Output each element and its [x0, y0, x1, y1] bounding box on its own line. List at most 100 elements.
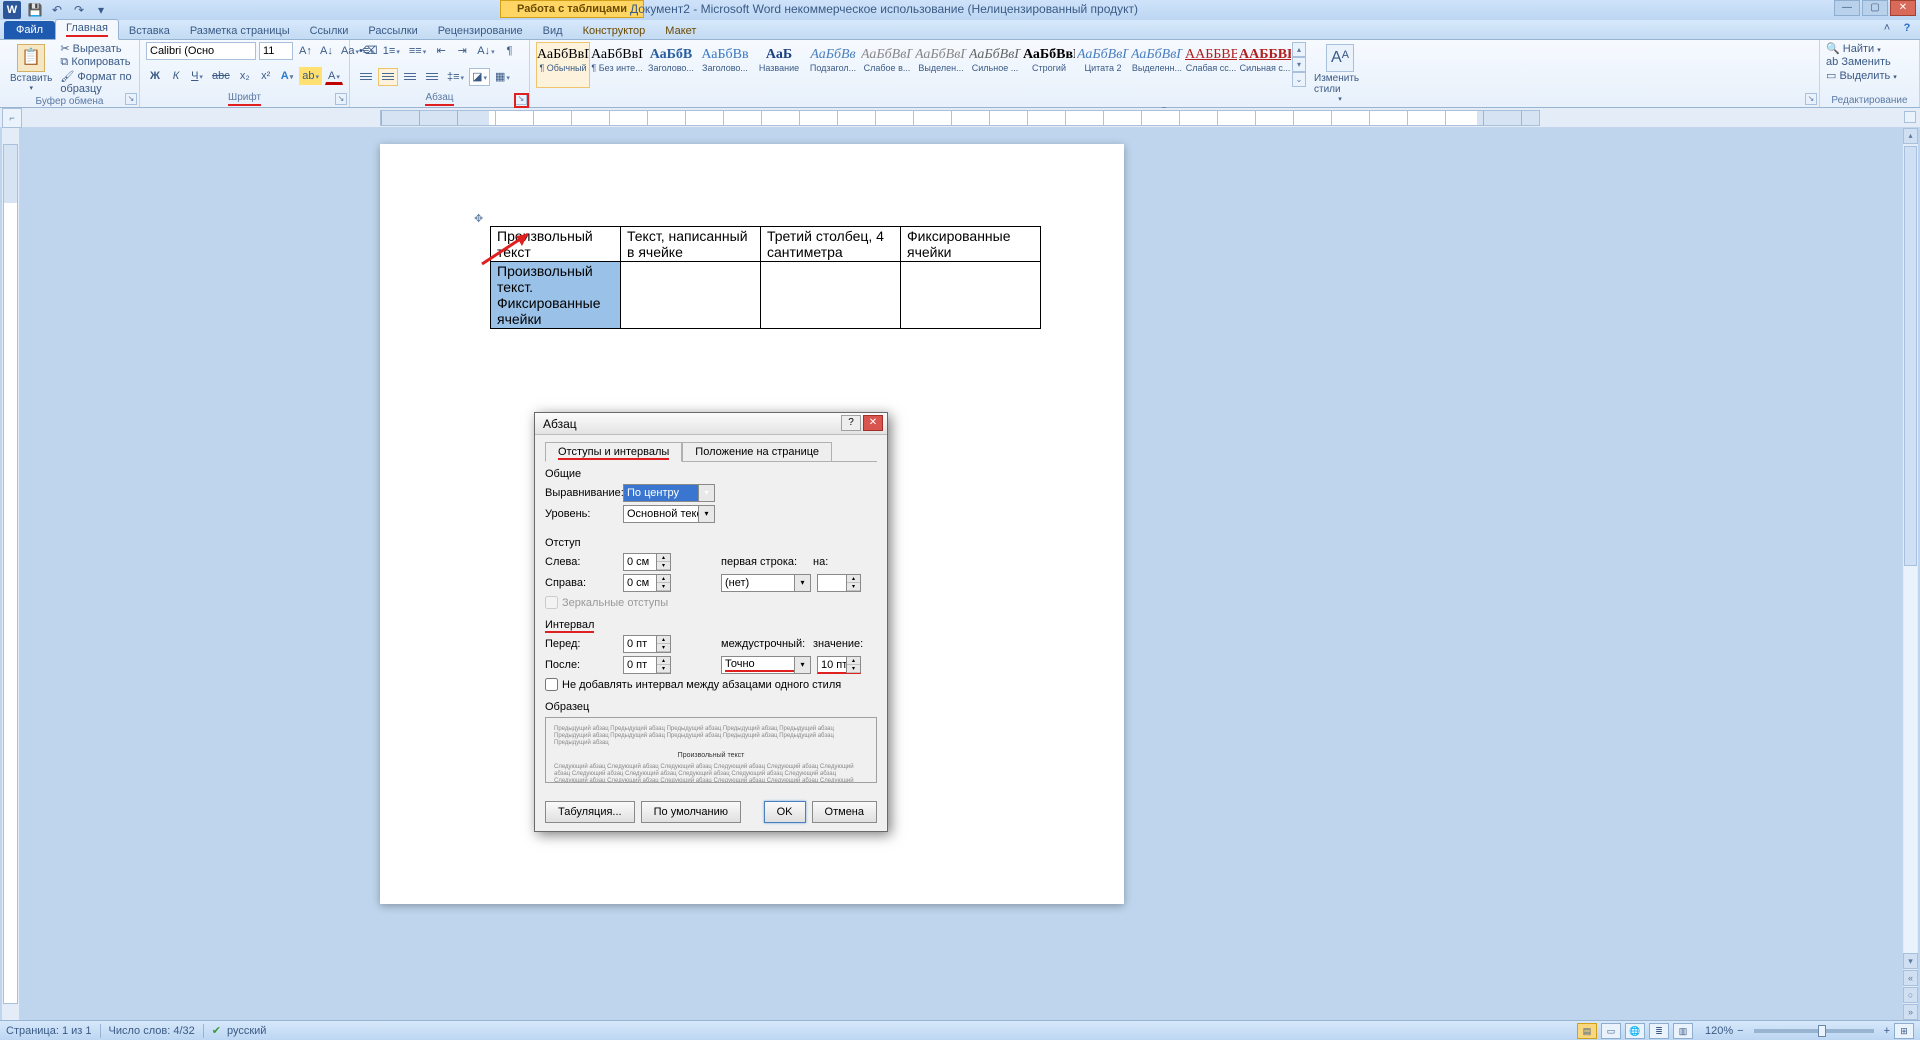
minimize-button[interactable]: —: [1834, 0, 1860, 16]
mirror-indents-checkbox[interactable]: [545, 596, 558, 609]
font-size-combo[interactable]: [259, 42, 293, 60]
change-styles-button[interactable]: Aᴬ Изменить стили▾: [1310, 42, 1370, 105]
alignment-combo[interactable]: По центру▾: [623, 484, 715, 502]
no-space-checkbox[interactable]: [545, 678, 558, 691]
paste-button[interactable]: 📋 Вставить▾: [6, 42, 56, 95]
style-item[interactable]: АаБбВвГг¶ Без инте...: [590, 42, 644, 88]
clipboard-launcher[interactable]: ↘: [125, 93, 137, 105]
superscript-icon[interactable]: x²: [257, 67, 275, 85]
text-effects-icon[interactable]: A: [278, 67, 296, 85]
table-row[interactable]: Произвольный текст Текст, написанный в я…: [491, 227, 1041, 262]
dialog-titlebar[interactable]: Абзац ? ✕: [535, 413, 887, 435]
line-spacing-icon[interactable]: ‡≡: [444, 68, 467, 86]
save-icon[interactable]: 💾: [27, 2, 43, 18]
view-web-icon[interactable]: 🌐: [1625, 1023, 1645, 1039]
styles-more-icon[interactable]: ⌄: [1292, 72, 1306, 87]
style-item[interactable]: АаБбВвГгСлабое в...: [860, 42, 914, 88]
help-icon[interactable]: ?: [1900, 22, 1914, 36]
bold-icon[interactable]: Ж: [146, 67, 164, 85]
proofing-icon[interactable]: ✔: [212, 1024, 221, 1037]
zoom-fit-icon[interactable]: ⊞: [1894, 1023, 1914, 1039]
by-spin[interactable]: ▴▾: [817, 574, 861, 592]
tab-insert[interactable]: Вставка: [119, 23, 180, 39]
view-print-layout-icon[interactable]: ▤: [1577, 1023, 1597, 1039]
browse-object-icon[interactable]: ○: [1903, 987, 1918, 1003]
table-cell[interactable]: [901, 262, 1041, 329]
shading-icon[interactable]: ◪: [469, 68, 490, 86]
styles-gallery[interactable]: АаБбВвГг¶ ОбычныйАаБбВвГг¶ Без инте... Аа…: [536, 42, 1292, 88]
zoom-out-icon[interactable]: −: [1737, 1025, 1743, 1037]
grow-font-icon[interactable]: A↑: [296, 42, 314, 60]
redo-icon[interactable]: ↷: [71, 2, 87, 18]
at-spin[interactable]: 10 пт▴▾: [817, 656, 861, 674]
after-spin[interactable]: 0 пт▴▾: [623, 656, 671, 674]
copy-button[interactable]: ⧉ Копировать: [60, 56, 133, 69]
shrink-font-icon[interactable]: A↓: [317, 42, 335, 60]
borders-icon[interactable]: ▦: [492, 68, 513, 86]
strike-icon[interactable]: abc: [209, 67, 233, 85]
tab-file[interactable]: Файл: [4, 21, 55, 39]
table-cell[interactable]: Фиксированные ячейки: [901, 227, 1041, 262]
prev-page-icon[interactable]: «: [1903, 970, 1918, 986]
tab-home[interactable]: Главная: [55, 19, 119, 40]
horizontal-ruler[interactable]: [380, 110, 1540, 126]
align-center-icon[interactable]: [378, 68, 398, 86]
sort-icon[interactable]: A↓: [474, 42, 497, 60]
subscript-icon[interactable]: x₂: [236, 67, 254, 85]
view-full-screen-icon[interactable]: ▭: [1601, 1023, 1621, 1039]
styles-scroll[interactable]: ▴ ▾ ⌄: [1292, 42, 1306, 87]
dialog-tab-position[interactable]: Положение на странице: [682, 442, 832, 462]
style-item[interactable]: АаБбВвПодзагол...: [806, 42, 860, 88]
cancel-button[interactable]: Отмена: [812, 801, 877, 823]
zoom-slider[interactable]: [1754, 1029, 1874, 1033]
font-name-combo[interactable]: [146, 42, 256, 60]
chevron-down-icon[interactable]: ▾: [698, 485, 714, 501]
before-spin[interactable]: 0 пт▴▾: [623, 635, 671, 653]
tab-layout[interactable]: Макет: [655, 23, 706, 39]
align-justify-icon[interactable]: [422, 68, 442, 86]
format-painter-button[interactable]: 🖌 Формат по образцу: [60, 70, 133, 95]
scroll-thumb[interactable]: [1904, 146, 1917, 566]
scroll-up-icon[interactable]: ▴: [1903, 128, 1918, 144]
line-spacing-combo[interactable]: Точно▾: [721, 656, 811, 674]
style-item[interactable]: АаБНазвание: [752, 42, 806, 88]
table-cell[interactable]: [621, 262, 761, 329]
style-item[interactable]: ААББВВГГСлабая сс...: [1184, 42, 1238, 88]
style-item[interactable]: АаБбВвГгЦитата 2: [1076, 42, 1130, 88]
inc-indent-icon[interactable]: ⇥: [453, 42, 471, 60]
close-button[interactable]: ✕: [1890, 0, 1916, 16]
next-page-icon[interactable]: »: [1903, 1004, 1918, 1020]
zoom-level[interactable]: 120%: [1705, 1025, 1733, 1037]
table-cell[interactable]: Текст, написанный в ячейке: [621, 227, 761, 262]
view-draft-icon[interactable]: ▥: [1673, 1023, 1693, 1039]
select-button[interactable]: ▭ Выделить ▾: [1826, 69, 1913, 82]
style-item[interactable]: АаБбВвГгВыделен...: [914, 42, 968, 88]
underline-icon[interactable]: Ч: [188, 67, 206, 85]
table-cell[interactable]: [761, 262, 901, 329]
status-page[interactable]: Страница: 1 из 1: [6, 1025, 92, 1037]
level-combo[interactable]: Основной текст▾: [623, 505, 715, 523]
tab-view[interactable]: Вид: [533, 23, 573, 39]
table-cell[interactable]: Третий столбец, 4 сантиметра: [761, 227, 901, 262]
cut-button[interactable]: ✂ Вырезать: [60, 42, 133, 55]
style-item[interactable]: АаБбВвЗаголово...: [698, 42, 752, 88]
vertical-ruler[interactable]: [2, 128, 20, 1020]
ok-button[interactable]: OK: [764, 801, 806, 823]
zoom-in-icon[interactable]: +: [1884, 1025, 1890, 1037]
indent-left-spin[interactable]: 0 см▴▾: [623, 553, 671, 571]
tab-review[interactable]: Рецензирование: [428, 23, 533, 39]
style-item[interactable]: АаБбВвГгСильное ...: [968, 42, 1022, 88]
table-cell-selected[interactable]: Произвольный текст.Фиксированные ячейки: [491, 262, 621, 329]
tab-references[interactable]: Ссылки: [300, 23, 359, 39]
table-cell[interactable]: Произвольный текст: [491, 227, 621, 262]
indent-right-spin[interactable]: 0 см▴▾: [623, 574, 671, 592]
style-item[interactable]: АаБбВвГг¶ Обычный: [536, 42, 590, 88]
tabs-button[interactable]: Табуляция...: [545, 801, 635, 823]
chevron-down-icon[interactable]: ▾: [794, 657, 810, 673]
vertical-scrollbar[interactable]: ▴ ▾ « ○ »: [1902, 128, 1918, 1020]
chevron-down-icon[interactable]: ▾: [794, 575, 810, 591]
align-left-icon[interactable]: [356, 68, 376, 86]
bullets-icon[interactable]: •≡: [356, 42, 377, 60]
numbering-icon[interactable]: 1≡: [380, 42, 403, 60]
default-button[interactable]: По умолчанию: [641, 801, 741, 823]
